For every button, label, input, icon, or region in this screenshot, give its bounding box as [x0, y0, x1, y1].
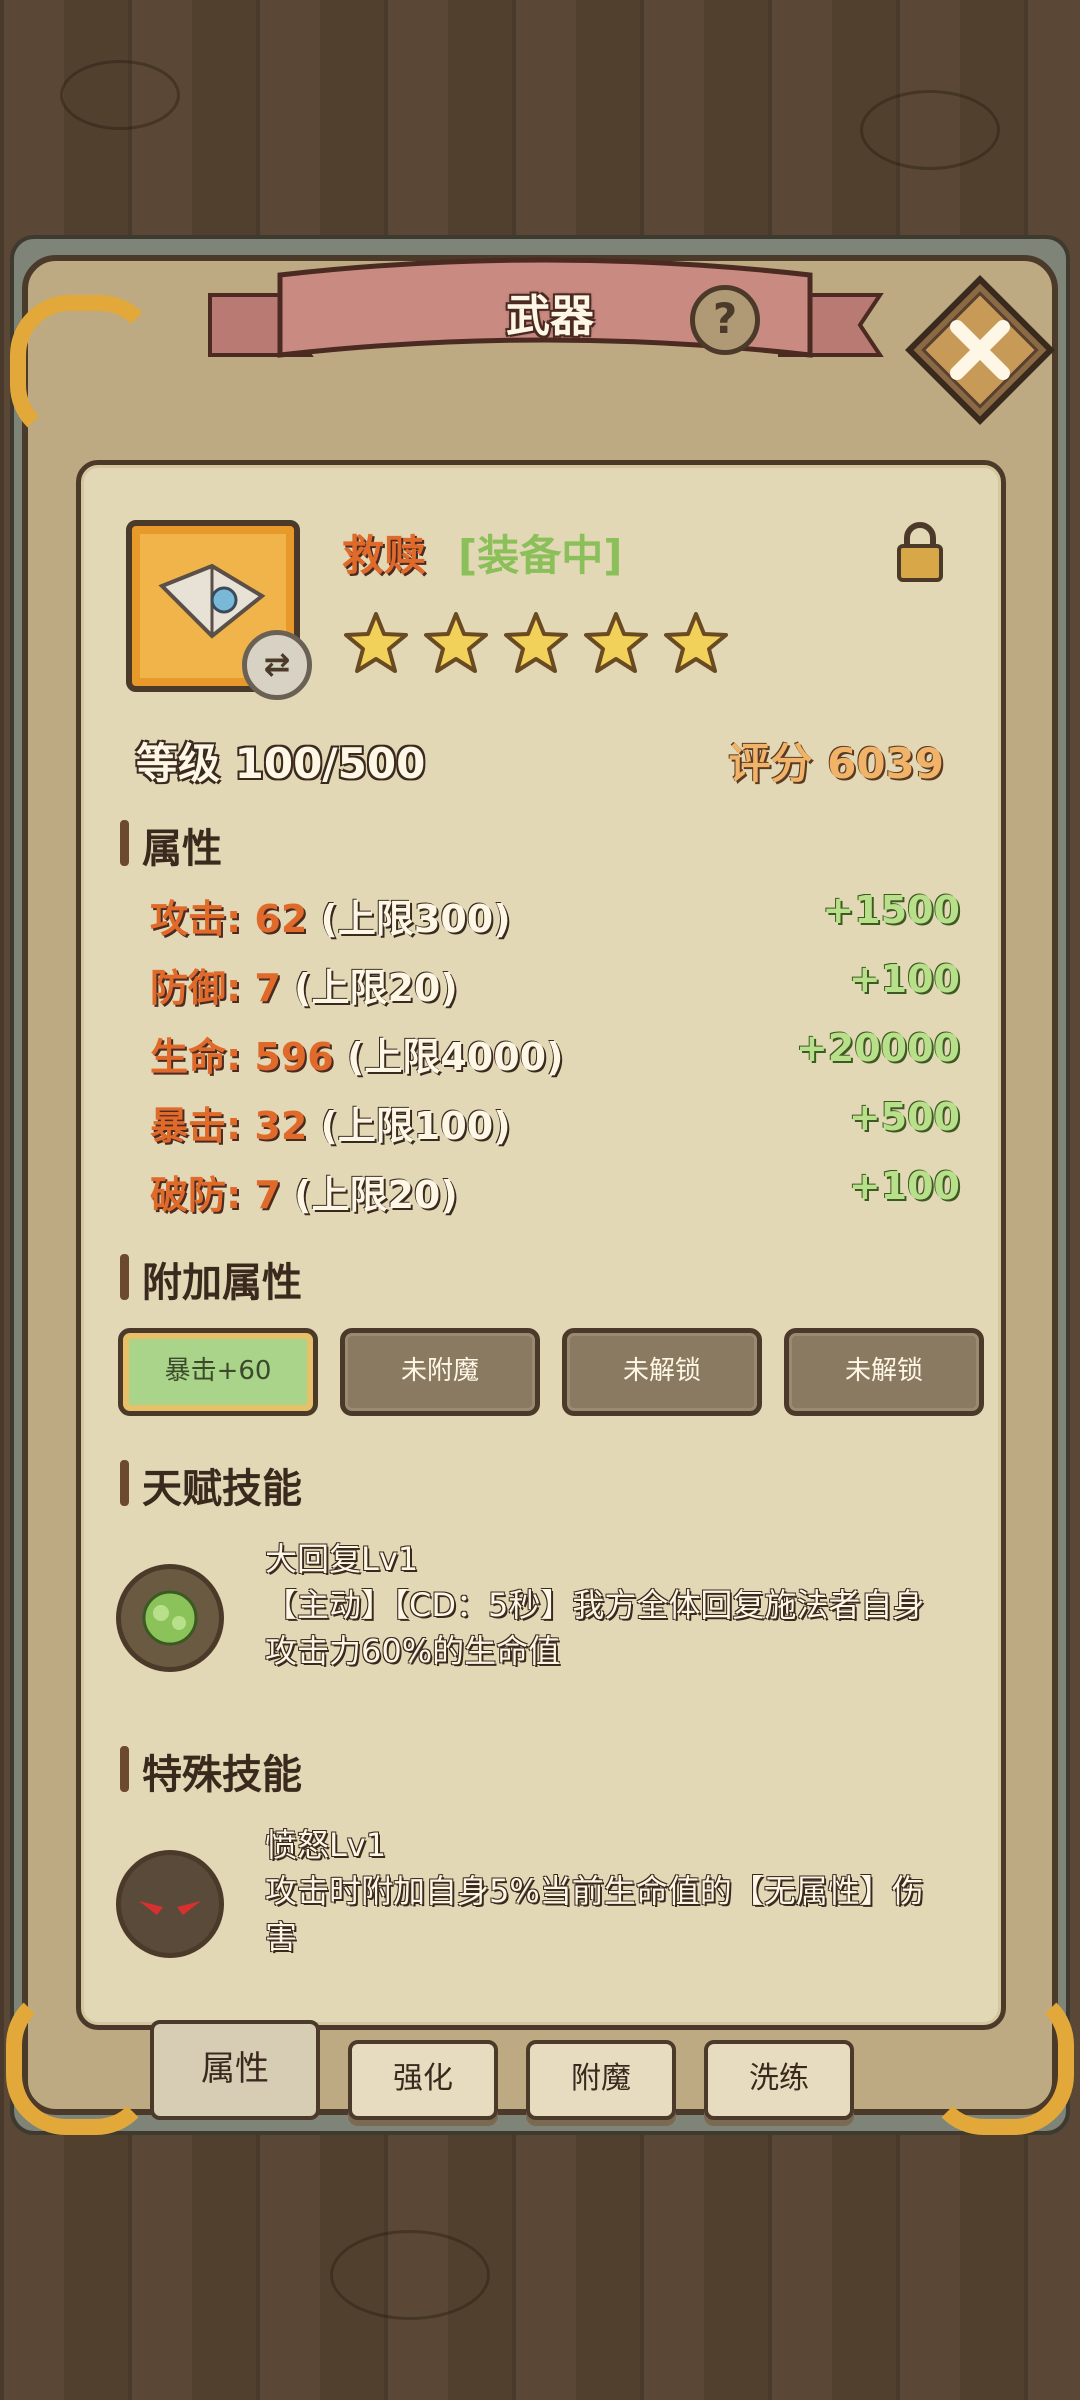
attribute-value: 防御: 7 — [150, 966, 281, 1010]
star-icon — [424, 612, 488, 673]
wood-knot — [860, 90, 1000, 170]
extra-attribute-slots: 暴击+60 未附魔 未解锁 未解锁 — [118, 1328, 984, 1416]
leaf-icon — [142, 1590, 198, 1646]
item-name: 救赎 — [342, 531, 427, 580]
talent-skill-name: 大回复Lv1 — [265, 1540, 419, 1578]
special-skill-name: 愤怒Lv1 — [265, 1826, 387, 1864]
star-icon — [664, 612, 728, 673]
attribute-value: 攻击: 62 — [150, 897, 308, 941]
rage-skill-icon[interactable] — [116, 1850, 224, 1958]
attribute-row: 破防: 7 (上限20) +100 — [150, 1164, 960, 1220]
star-rating — [342, 610, 730, 676]
extra-slot[interactable]: 未解锁 — [562, 1328, 762, 1416]
attribute-row: 攻击: 62 (上限300) +1500 — [150, 888, 960, 944]
equipped-status: [装备中] — [458, 531, 623, 580]
angry-eyes-icon — [139, 1901, 201, 1915]
attribute-bonus: +500 — [848, 1095, 960, 1139]
section-title-talent: 天赋技能 — [120, 1456, 302, 1514]
attribute-cap: (上限4000) — [333, 1035, 564, 1079]
help-button[interactable]: ? — [690, 285, 760, 355]
window-title: 武器 — [506, 291, 594, 342]
extra-slot[interactable]: 未附魔 — [340, 1328, 540, 1416]
close-button[interactable] — [905, 275, 1055, 425]
attribute-bonus: +20000 — [795, 1026, 960, 1070]
tab-enhance[interactable]: 强化 — [348, 2040, 498, 2120]
tab-enchant[interactable]: 附魔 — [526, 2040, 676, 2120]
swap-icon[interactable]: ⇄ — [242, 630, 312, 700]
wood-knot — [330, 2230, 490, 2320]
attribute-cap: (上限300) — [307, 897, 511, 941]
talent-skill-desc: 【主动】【CD：5秒】我方全体回复施法者自身攻击力60%的生命值 — [265, 1586, 925, 1670]
extra-slot[interactable]: 未解锁 — [784, 1328, 984, 1416]
gold-corner-ornament — [10, 295, 160, 445]
attribute-cap: (上限100) — [307, 1104, 511, 1148]
attribute-bonus: +1500 — [822, 888, 960, 932]
attribute-cap: (上限20) — [280, 1173, 458, 1217]
tab-attributes[interactable]: 属性 — [150, 2020, 320, 2120]
item-level: 等级 100/500 — [136, 739, 426, 788]
attribute-value: 暴击: 32 — [150, 1104, 308, 1148]
attribute-bonus: +100 — [848, 957, 960, 1001]
extra-slot[interactable]: 暴击+60 — [118, 1328, 318, 1416]
attribute-row: 暴击: 32 (上限100) +500 — [150, 1095, 960, 1151]
section-title-special: 特殊技能 — [120, 1742, 302, 1800]
attribute-cap: (上限20) — [280, 966, 458, 1010]
heal-skill-icon[interactable] — [116, 1564, 224, 1672]
attribute-value: 生命: 596 — [150, 1035, 334, 1079]
lock-icon[interactable] — [895, 520, 945, 582]
item-score: 评分 6039 — [728, 739, 944, 788]
bottom-tab-bar: 属性 强化 附魔 洗练 — [150, 2020, 854, 2120]
wood-knot — [60, 60, 180, 130]
section-title-extra: 附加属性 — [120, 1250, 302, 1308]
attribute-value: 破防: 7 — [150, 1173, 281, 1217]
attribute-row: 防御: 7 (上限20) +100 — [150, 957, 960, 1013]
section-title-attributes: 属性 — [120, 816, 222, 874]
star-icon — [504, 612, 568, 673]
attribute-row: 生命: 596 (上限4000) +20000 — [150, 1026, 960, 1082]
attribute-bonus: +100 — [848, 1164, 960, 1208]
special-skill-desc: 攻击时附加自身5%当前生命值的【无属性】伤害 — [265, 1872, 924, 1956]
star-icon — [584, 612, 648, 673]
star-icon — [344, 612, 408, 673]
tab-refine[interactable]: 洗练 — [704, 2040, 854, 2120]
